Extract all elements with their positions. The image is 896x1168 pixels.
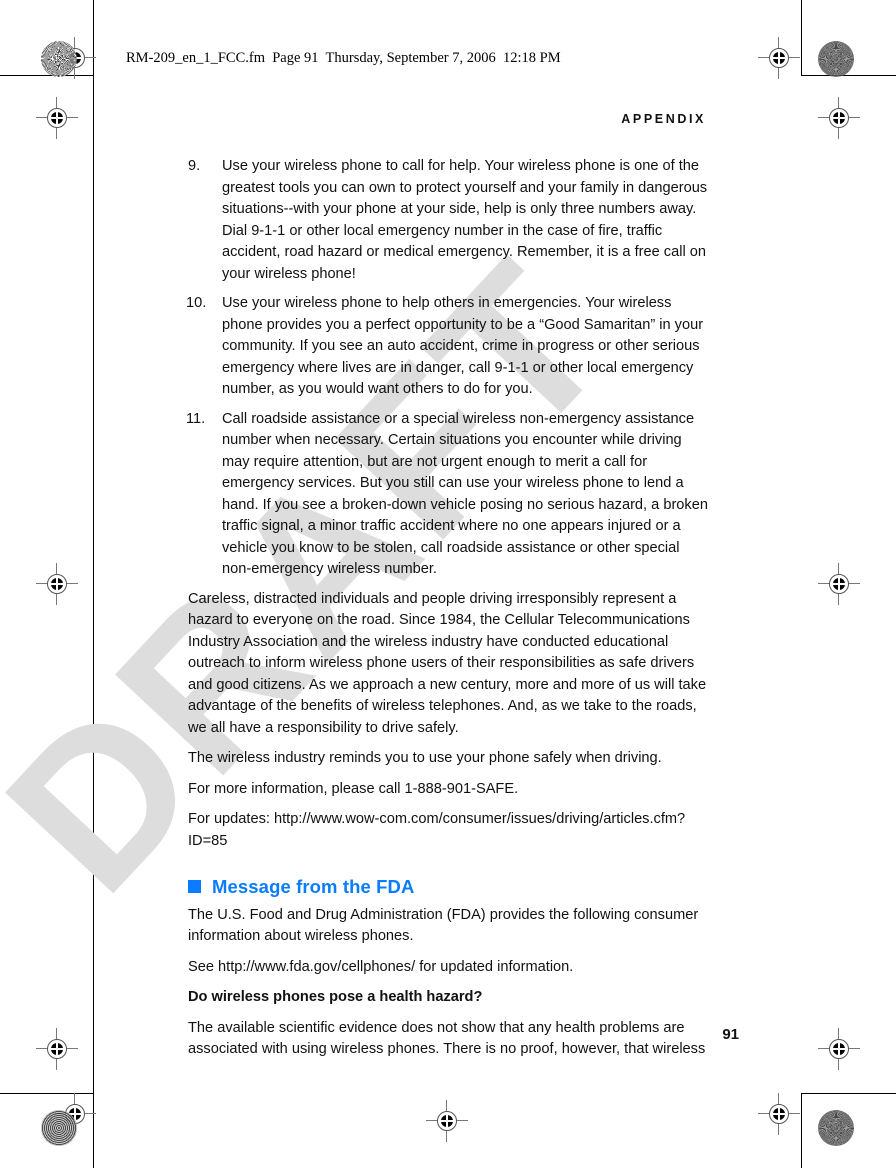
registration-dot — [833, 1043, 845, 1055]
registration-mark-right-upper — [818, 97, 860, 139]
list-item-text: Call roadside assistance or a special wi… — [222, 410, 708, 578]
list-item: 10. Use your wireless phone to help othe… — [186, 293, 712, 401]
page-content: 9. Use your wireless phone to call for h… — [186, 156, 712, 1070]
registration-mark-right-lower — [818, 1028, 860, 1070]
registration-dot — [773, 1108, 785, 1120]
star-target-mark-bottom-left — [41, 1110, 77, 1146]
paragraph-industry-reminder: The wireless industry reminds you to use… — [188, 750, 662, 766]
registration-dot — [51, 578, 63, 590]
trim-line-bottom-right — [801, 1093, 896, 1094]
list-item-text: Use your wireless phone to call for help… — [222, 158, 708, 282]
section-heading-label: Message from the FDA — [212, 876, 415, 897]
trim-line-right-top — [801, 0, 802, 75]
list-item-number: 9. — [188, 158, 201, 174]
registration-dot — [51, 1043, 63, 1055]
registration-dot — [773, 52, 785, 64]
registration-mark-bottom-right-inner — [758, 1093, 800, 1135]
paragraph-careless-drivers: Careless, distracted individuals and peo… — [188, 590, 707, 736]
list-item: 9. Use your wireless phone to call for h… — [188, 156, 712, 285]
registration-dot — [441, 1115, 453, 1127]
paragraph-more-information: For more information, please call 1-888-… — [188, 780, 519, 797]
registration-mark-left-middle — [36, 563, 78, 605]
registration-mark-bottom-center — [426, 1100, 468, 1142]
paragraph-updates-url: For updates: http://www.wow-com.com/cons… — [188, 811, 686, 849]
page-number: 91 — [722, 1026, 739, 1043]
subheading-health-hazard-question: Do wireless phones pose a health hazard? — [188, 989, 483, 1005]
trim-line-top-right — [801, 75, 896, 76]
trim-line-left — [93, 0, 94, 1168]
registration-mark-top-right-inner — [758, 37, 800, 79]
list-item-number: 11. — [186, 410, 206, 427]
star-target-mark-top-right — [818, 41, 854, 77]
star-target-mark-bottom-right — [818, 1110, 854, 1146]
star-target-mark-top-left — [41, 41, 77, 77]
registration-dot — [833, 578, 845, 590]
registration-mark-right-middle — [818, 563, 860, 605]
section-heading-message-from-the-fda: Message from the FDA — [188, 876, 712, 898]
list-item-number: 10. — [186, 295, 207, 311]
framemaker-file-header: RM-209_en_1_FCC.fm Page 91 Thursday, Sep… — [126, 50, 561, 66]
trim-line-top-left — [0, 75, 93, 76]
safety-tips-list: 9. Use your wireless phone to call for h… — [186, 156, 712, 581]
square-bullet-icon — [188, 880, 201, 894]
trim-line-right-bottom — [801, 1094, 802, 1168]
list-item-text: Use your wireless phone to help others i… — [222, 295, 704, 397]
list-item: 11. Call roadside assistance or a specia… — [186, 409, 712, 581]
running-head-appendix: APPENDIX — [621, 112, 706, 126]
registration-dot — [833, 112, 845, 124]
paragraph-fda-see-website: See http://www.fda.gov/cellphones/ for u… — [188, 958, 574, 975]
trim-line-bottom-left — [0, 1093, 93, 1094]
paragraph-fda-intro: The U.S. Food and Drug Administration (F… — [188, 906, 699, 945]
